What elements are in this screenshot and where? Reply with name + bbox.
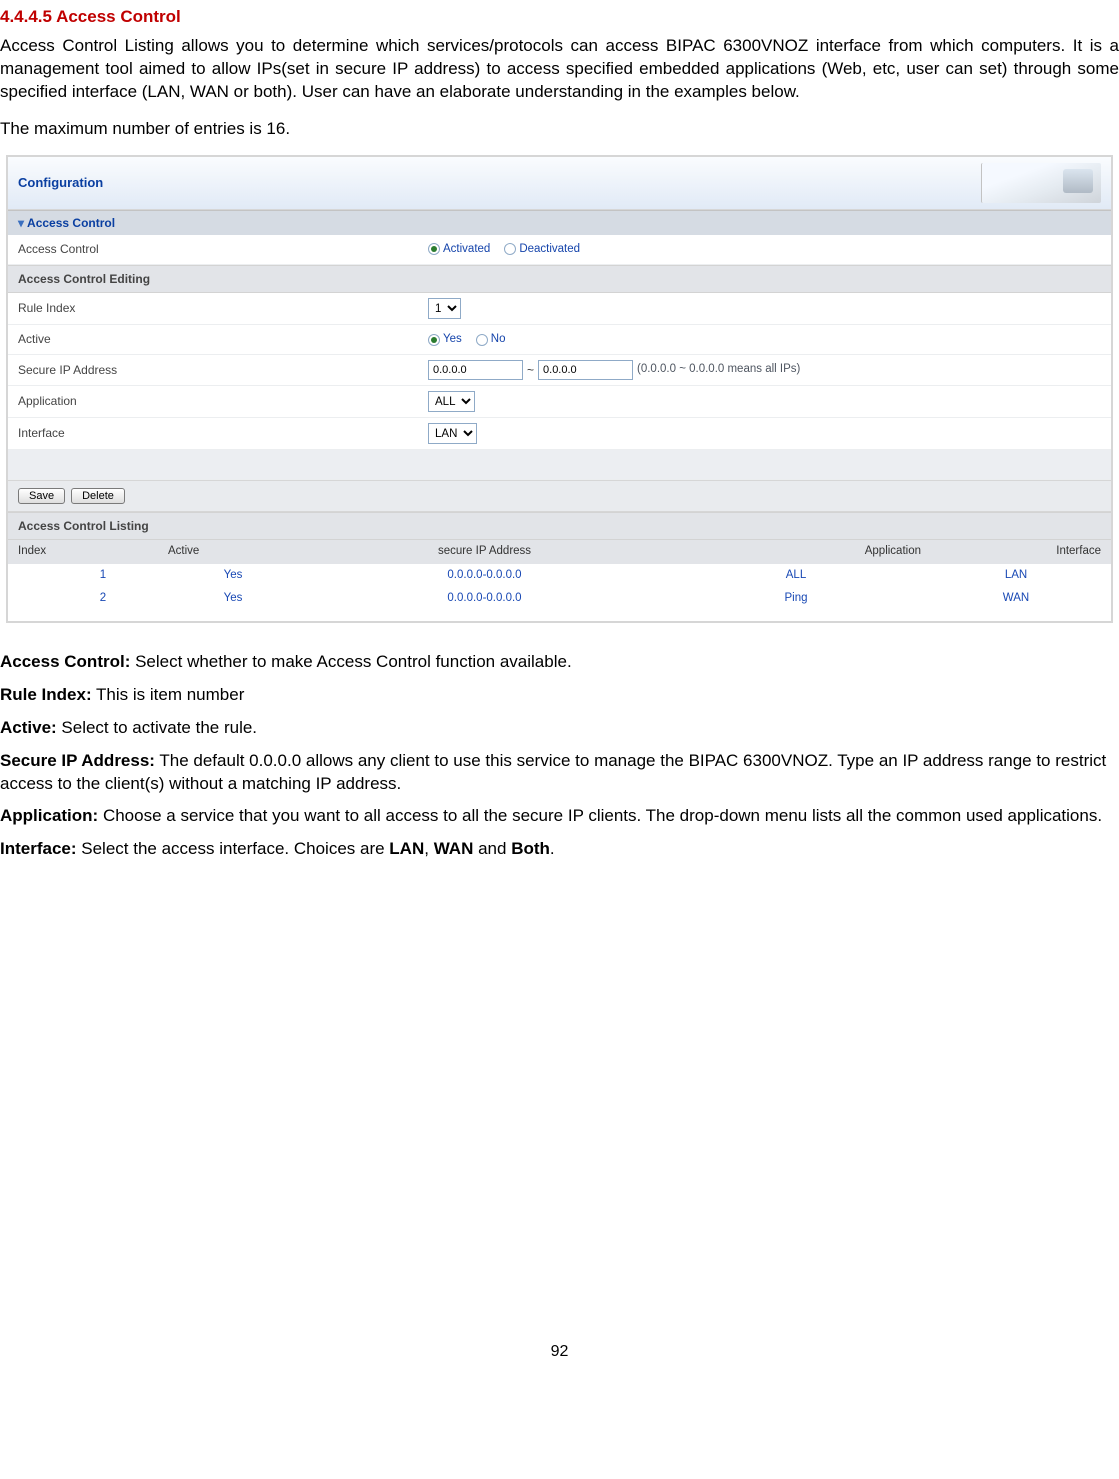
desc-label: Access Control: bbox=[0, 652, 130, 671]
cell-interface: WAN bbox=[931, 591, 1101, 607]
label-access-control: Access Control bbox=[18, 241, 428, 257]
radio-label: Yes bbox=[443, 332, 462, 348]
desc-text: , bbox=[424, 839, 433, 858]
desc-text: The default 0.0.0.0 allows any client to… bbox=[0, 751, 1106, 793]
cell-index: 2 bbox=[18, 591, 168, 607]
panel-header-image bbox=[981, 163, 1101, 203]
delete-button[interactable]: Delete bbox=[71, 488, 125, 504]
radio-label: No bbox=[491, 332, 506, 348]
table-row: 2 Yes 0.0.0.0-0.0.0.0 Ping WAN bbox=[8, 587, 1111, 611]
col-ip: secure IP Address bbox=[298, 544, 671, 560]
col-application: Application bbox=[671, 544, 931, 560]
col-interface: Interface bbox=[931, 544, 1101, 560]
panel-header-title: Configuration bbox=[18, 174, 103, 192]
spacer-row bbox=[8, 450, 1111, 480]
row-application: Application ALL bbox=[8, 386, 1111, 418]
desc-text: Select the access interface. Choices are bbox=[77, 839, 390, 858]
section-access-control[interactable]: ▾Access Control bbox=[8, 210, 1111, 235]
subsection-editing: Access Control Editing bbox=[8, 265, 1111, 293]
label-interface: Interface bbox=[18, 425, 428, 441]
page-number: 92 bbox=[0, 1341, 1119, 1363]
button-row: Save Delete bbox=[8, 480, 1111, 512]
radio-label: Deactivated bbox=[519, 242, 580, 258]
desc-label: Secure IP Address: bbox=[0, 751, 155, 770]
cell-interface: LAN bbox=[931, 568, 1101, 584]
cell-ip: 0.0.0.0-0.0.0.0 bbox=[298, 591, 671, 607]
ip-range-separator: ~ bbox=[527, 362, 534, 378]
label-rule-index: Rule Index bbox=[18, 300, 428, 316]
cell-active: Yes bbox=[168, 591, 298, 607]
cell-index: 1 bbox=[18, 568, 168, 584]
row-access-control: Access Control Activated Deactivated bbox=[8, 235, 1111, 265]
desc-active: Active: Select to activate the rule. bbox=[0, 717, 1119, 740]
label-application: Application bbox=[18, 393, 428, 409]
cell-application: Ping bbox=[671, 591, 931, 607]
desc-text: Select whether to make Access Control fu… bbox=[130, 652, 571, 671]
radio-no[interactable]: No bbox=[476, 332, 506, 348]
radio-icon bbox=[428, 334, 440, 346]
cell-application: ALL bbox=[671, 568, 931, 584]
label-active: Active bbox=[18, 331, 428, 347]
desc-secure-ip: Secure IP Address: The default 0.0.0.0 a… bbox=[0, 750, 1119, 796]
desc-label: Active: bbox=[0, 718, 57, 737]
row-interface: Interface LAN bbox=[8, 418, 1111, 450]
config-panel: Configuration ▾Access Control Access Con… bbox=[6, 155, 1113, 623]
row-rule-index: Rule Index 1 bbox=[8, 293, 1111, 325]
cell-active: Yes bbox=[168, 568, 298, 584]
radio-label: Activated bbox=[443, 242, 490, 258]
table-row: 1 Yes 0.0.0.0-0.0.0.0 ALL LAN bbox=[8, 564, 1111, 588]
panel-header: Configuration bbox=[8, 157, 1111, 210]
desc-text: . bbox=[550, 839, 555, 858]
desc-bold: LAN bbox=[389, 839, 424, 858]
radio-icon bbox=[476, 334, 488, 346]
radio-deactivated[interactable]: Deactivated bbox=[504, 242, 580, 258]
col-active: Active bbox=[168, 544, 298, 560]
desc-application: Application: Choose a service that you w… bbox=[0, 805, 1119, 828]
row-secure-ip: Secure IP Address ~ (0.0.0.0 ~ 0.0.0.0 m… bbox=[8, 355, 1111, 386]
intro-paragraph: Access Control Listing allows you to det… bbox=[0, 35, 1119, 104]
cell-ip: 0.0.0.0-0.0.0.0 bbox=[298, 568, 671, 584]
radio-activated[interactable]: Activated bbox=[428, 242, 490, 258]
radio-icon bbox=[504, 243, 516, 255]
select-application[interactable]: ALL bbox=[428, 391, 475, 412]
input-ip-to[interactable] bbox=[538, 360, 633, 380]
desc-text: Select to activate the rule. bbox=[57, 718, 257, 737]
col-index: Index bbox=[18, 544, 168, 560]
chevron-down-icon: ▾ bbox=[18, 215, 24, 231]
row-active: Active Yes No bbox=[8, 325, 1111, 355]
radio-yes[interactable]: Yes bbox=[428, 332, 462, 348]
desc-label: Interface: bbox=[0, 839, 77, 858]
desc-text: and bbox=[473, 839, 511, 858]
list-bottom-spacer bbox=[8, 611, 1111, 621]
subsection-listing: Access Control Listing bbox=[8, 512, 1111, 540]
desc-label: Rule Index: bbox=[0, 685, 92, 704]
desc-access-control: Access Control: Select whether to make A… bbox=[0, 651, 1119, 674]
select-interface[interactable]: LAN bbox=[428, 423, 477, 444]
desc-bold: Both bbox=[511, 839, 550, 858]
section-title: 4.4.4.5 Access Control bbox=[0, 6, 1119, 29]
ip-hint: (0.0.0.0 ~ 0.0.0.0 means all IPs) bbox=[637, 362, 800, 378]
radio-icon bbox=[428, 243, 440, 255]
max-entries-line: The maximum number of entries is 16. bbox=[0, 118, 1119, 141]
section-label: Access Control bbox=[27, 216, 115, 230]
select-rule-index[interactable]: 1 bbox=[428, 298, 461, 319]
desc-bold: WAN bbox=[434, 839, 474, 858]
desc-text: Choose a service that you want to all ac… bbox=[98, 806, 1102, 825]
listing-header: Index Active secure IP Address Applicati… bbox=[8, 540, 1111, 564]
desc-text: This is item number bbox=[92, 685, 245, 704]
desc-label: Application: bbox=[0, 806, 98, 825]
input-ip-from[interactable] bbox=[428, 360, 523, 380]
save-button[interactable]: Save bbox=[18, 488, 65, 504]
label-secure-ip: Secure IP Address bbox=[18, 362, 428, 378]
desc-interface: Interface: Select the access interface. … bbox=[0, 838, 1119, 861]
desc-rule-index: Rule Index: This is item number bbox=[0, 684, 1119, 707]
